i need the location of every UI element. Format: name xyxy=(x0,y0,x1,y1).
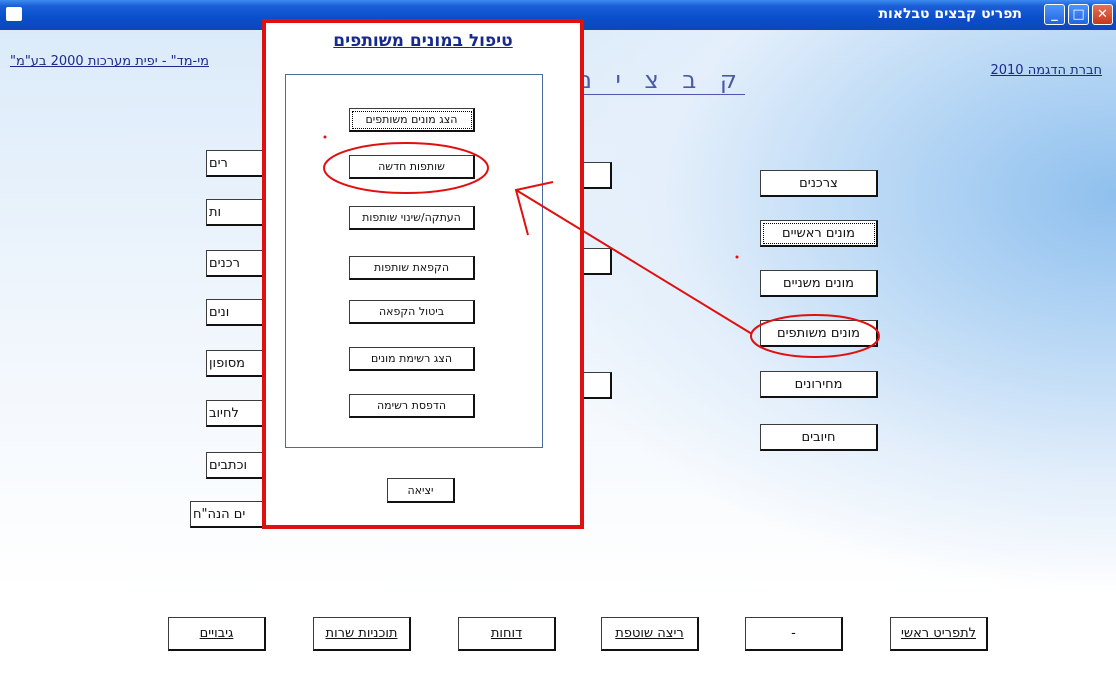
annotation-arrow-shaft xyxy=(515,189,753,335)
annotation-overlay xyxy=(323,135,880,358)
annotation-dot xyxy=(735,255,739,259)
highlight-ellipse-new-partnership xyxy=(323,142,489,194)
annotation-dot xyxy=(323,135,327,139)
highlight-ellipse-shared-meters xyxy=(750,314,880,358)
